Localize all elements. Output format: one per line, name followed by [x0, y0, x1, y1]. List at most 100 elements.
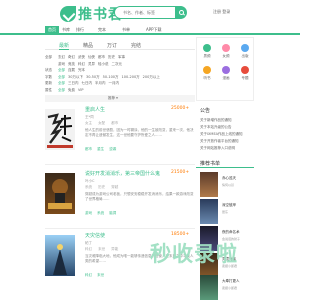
rec-author: 卖报小郎君	[222, 286, 238, 290]
tab-finished[interactable]: 完结	[131, 42, 141, 49]
category-label[interactable]: 专题	[236, 76, 254, 81]
filter-option[interactable]: 二次元	[112, 62, 123, 66]
book-title[interactable]: 说好开发消消乐，第三帝国什么鬼	[85, 170, 160, 177]
search-button[interactable]	[175, 6, 187, 19]
rec-cover[interactable]	[200, 199, 218, 224]
tab-popular[interactable]: 万订	[107, 42, 117, 49]
filter-option[interactable]: VIP	[78, 88, 84, 92]
meta-tag: 女主	[85, 121, 92, 125]
rec-cover[interactable]	[200, 172, 218, 197]
book-item[interactable]: 说好开发消消乐，第三帝国什么鬼 21500+ 叶小C 系统 历史 穿越 穿越成为…	[45, 170, 195, 240]
book-author[interactable]: 叶小C	[85, 179, 94, 184]
filter-option[interactable]: 玄幻	[58, 55, 65, 59]
tab-latest[interactable]: 最新	[59, 42, 70, 50]
book-author[interactable]: 王*同	[85, 115, 94, 120]
rec-title[interactable]: 大奉打更人	[222, 279, 240, 284]
category-label[interactable]: 漫画	[217, 76, 235, 81]
nav-item-home[interactable]: 首页	[45, 26, 59, 34]
book-tag[interactable]: 逆袭	[109, 147, 116, 151]
meta-tag: 穿越	[111, 185, 119, 189]
book-tags: 游戏 系统 脑洞	[85, 211, 120, 216]
nav-item-booklist[interactable]: 书单	[122, 26, 130, 34]
filter-option[interactable]: 半月内	[95, 81, 106, 85]
book-tag[interactable]: 末世	[97, 273, 104, 277]
notice-item[interactable]: 关于IXMEA作品上线的通知	[200, 132, 243, 137]
filter-option[interactable]: 免费	[68, 88, 75, 92]
rec-cover[interactable]	[200, 275, 218, 300]
audio-book-icon[interactable]	[203, 66, 211, 74]
login-link[interactable]: 注册 登录	[213, 9, 230, 15]
book-title[interactable]: 重启人生	[85, 106, 105, 113]
book-tag[interactable]: 脑洞	[109, 211, 116, 215]
filter-option[interactable]: 灵异	[88, 62, 95, 66]
book-cover[interactable]	[45, 235, 75, 276]
filter-option[interactable]: 全部	[58, 68, 65, 72]
logo-icon	[60, 6, 76, 22]
book-words: 25000+	[171, 106, 190, 111]
female-channel-icon[interactable]	[222, 44, 230, 52]
rec-title[interactable]: 赤心巡天	[222, 176, 236, 181]
book-tag[interactable]: 系统	[97, 211, 104, 215]
notice-item[interactable]: 关于开放作者平台的通知	[200, 139, 239, 144]
filter-option[interactable]: 七日内	[82, 81, 93, 85]
nav-item-ranking[interactable]: 排行	[76, 26, 84, 34]
rec-title[interactable]: 深空彼岸	[222, 203, 236, 208]
meta-tag: 异能	[111, 247, 119, 251]
book-tag[interactable]: 都市	[85, 147, 92, 151]
book-cover[interactable]	[45, 109, 75, 150]
filter-option[interactable]: 全部	[58, 81, 65, 85]
filter-label: 字数	[45, 74, 52, 79]
sort-bar[interactable]: 推荐 ▾	[45, 95, 195, 102]
nav-item-app[interactable]: APP下载	[146, 26, 162, 34]
book-description: 他人生的前世悲剧，因为一时糊涂，他的一生被改变，重来一次，他决定不再让遗憾发生，…	[85, 128, 194, 137]
book-cover[interactable]	[45, 173, 75, 214]
filter-option[interactable]: 奇幻	[68, 55, 75, 59]
nav-item-library[interactable]: 书库	[62, 26, 70, 34]
filter-option[interactable]: 100-200万	[122, 75, 140, 79]
filter-option[interactable]: 武侠	[78, 55, 85, 59]
filter-option[interactable]: 30万以下	[68, 75, 83, 79]
category-label[interactable]: 男频	[198, 54, 216, 59]
nav-item-finished[interactable]: 完本	[98, 26, 106, 34]
filter-option[interactable]: 一月内	[109, 81, 120, 85]
notice-item[interactable]: 关于新增作品的通知	[200, 118, 232, 123]
book-tag[interactable]: 游戏	[85, 211, 92, 215]
filter-option[interactable]: 军事	[118, 55, 125, 59]
filter-option[interactable]: 三日内	[68, 81, 79, 85]
filter-option[interactable]: 轻小说	[98, 62, 109, 66]
filter-option[interactable]: 200万以上	[143, 75, 160, 79]
notice-item[interactable]: 关于本站升级的公告	[200, 125, 232, 130]
filter-option[interactable]: 游戏	[58, 62, 65, 66]
book-tag[interactable]: 科幻	[85, 273, 92, 277]
publish-icon[interactable]	[241, 44, 249, 52]
filter-option[interactable]: 50-100万	[103, 75, 119, 79]
filter-option[interactable]: 仙侠	[88, 55, 95, 59]
book-description: 穿越成为游戏公司老板，只想安安稳稳开发消消乐，结果一款游戏改变了世界格局……	[85, 192, 194, 201]
filter-option[interactable]: 连载	[68, 68, 75, 72]
divider	[45, 164, 195, 165]
book-tag[interactable]: 重生	[97, 147, 104, 151]
comic-icon[interactable]	[222, 66, 230, 74]
tab-quality[interactable]: 精品	[83, 42, 93, 49]
filter-option[interactable]: 历史	[108, 55, 115, 59]
notice-item[interactable]: 关于网站推荐入口说明	[200, 146, 235, 151]
category-label[interactable]: 女频	[217, 54, 235, 59]
category-label[interactable]: 出版	[236, 54, 254, 59]
category-label[interactable]: 听书	[198, 76, 216, 81]
filter-option[interactable]: 科幻	[78, 62, 85, 66]
main-nav: 首页 书库 排行 完本 书单 APP下载	[0, 25, 300, 35]
filter-option[interactable]: 全部	[58, 88, 65, 92]
filter-option[interactable]: 30-50万	[86, 75, 100, 79]
filter-option[interactable]: 都市	[98, 55, 105, 59]
rec-author: 情何以甚	[222, 183, 235, 187]
book-item[interactable]: 重启人生 25000+ 王*同 女主 女配 都市 他人生的前世悲剧，因为一时糊涂…	[45, 106, 195, 176]
filter-option[interactable]: 全部	[58, 75, 65, 79]
book-author[interactable]: 帕丁	[85, 241, 92, 246]
filter-option[interactable]: 竞技	[68, 62, 75, 66]
filter-row: 游戏 竞技 科幻 灵异 轻小说 二次元	[45, 62, 125, 67]
rec-title[interactable]: 夜的命名术	[222, 230, 240, 235]
book-title[interactable]: 天灾信使	[85, 232, 105, 239]
filter-option[interactable]: 完本	[78, 68, 85, 72]
topic-icon[interactable]	[241, 66, 249, 74]
male-channel-icon[interactable]	[203, 44, 211, 52]
